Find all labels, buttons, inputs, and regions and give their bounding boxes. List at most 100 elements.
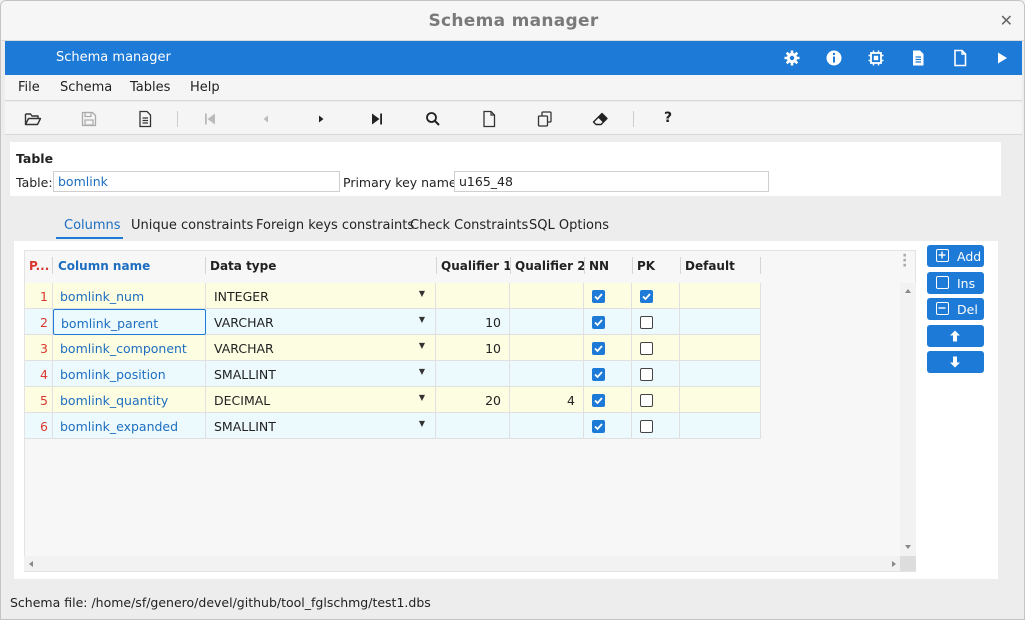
save-icon[interactable] — [80, 110, 98, 128]
checkbox-checked[interactable] — [640, 290, 653, 303]
primary-key-cell[interactable] — [632, 387, 680, 413]
position-cell[interactable]: 4 — [25, 361, 53, 387]
checkbox-checked[interactable] — [592, 290, 605, 303]
default-cell[interactable] — [680, 309, 761, 335]
data-type-cell[interactable]: VARCHAR ▼ — [206, 335, 436, 361]
header-data-type[interactable]: Data type — [210, 259, 276, 273]
menu-file[interactable]: File — [18, 80, 40, 95]
column-name-cell[interactable]: bomlink_position — [53, 361, 206, 387]
table-row[interactable]: 5 bomlink_quantity DECIMAL ▼ 20 4 — [25, 387, 761, 413]
dropdown-caret-icon[interactable]: ▼ — [419, 289, 425, 298]
data-type-cell[interactable]: VARCHAR ▼ — [206, 309, 436, 335]
horizontal-scrollbar[interactable] — [24, 556, 901, 571]
not-null-cell[interactable] — [584, 413, 632, 439]
move-up-button[interactable] — [927, 325, 984, 347]
primary-key-cell[interactable] — [632, 309, 680, 335]
column-name-cell[interactable]: bomlink_component — [53, 335, 206, 361]
checkbox-checked[interactable] — [592, 316, 605, 329]
default-cell[interactable] — [680, 361, 761, 387]
primary-key-cell[interactable] — [632, 361, 680, 387]
eraser-icon[interactable] — [592, 110, 610, 128]
primary-key-field[interactable]: u165_48 — [454, 171, 769, 192]
header-nn[interactable]: NN — [589, 259, 609, 273]
column-menu-icon[interactable]: · · · — [902, 249, 907, 273]
table-row[interactable]: 2 bomlink_parent VARCHAR ▼ 10 — [25, 309, 761, 335]
dropdown-caret-icon[interactable]: ▼ — [419, 341, 425, 350]
qualifier-1-cell[interactable]: 20 — [436, 387, 510, 413]
default-cell[interactable] — [680, 335, 761, 361]
not-null-cell[interactable] — [584, 361, 632, 387]
first-record-icon[interactable] — [201, 110, 219, 128]
qualifier-1-cell[interactable] — [436, 361, 510, 387]
data-type-cell[interactable]: SMALLINT ▼ — [206, 361, 436, 387]
menu-tables[interactable]: Tables — [130, 80, 170, 95]
not-null-cell[interactable] — [584, 335, 632, 361]
default-cell[interactable] — [680, 283, 761, 309]
document-text-icon[interactable] — [136, 110, 154, 128]
chip-icon[interactable] — [867, 49, 885, 67]
vertical-scrollbar[interactable] — [900, 283, 916, 556]
position-cell[interactable]: 5 — [25, 387, 53, 413]
position-cell[interactable]: 1 — [25, 283, 53, 309]
delete-button[interactable]: Del — [927, 298, 984, 320]
window-close-button[interactable]: ✕ — [1000, 11, 1013, 30]
document-icon[interactable] — [951, 49, 969, 67]
table-name-field[interactable]: bomlink — [53, 171, 340, 192]
tab-check-constraints[interactable]: Check Constraints — [410, 218, 528, 233]
checkbox-checked[interactable] — [592, 342, 605, 355]
previous-record-icon[interactable] — [257, 110, 275, 128]
qualifier-1-cell[interactable]: 10 — [436, 309, 510, 335]
data-type-cell[interactable]: SMALLINT ▼ — [206, 413, 436, 439]
position-cell[interactable]: 2 — [25, 309, 53, 335]
checkbox-unchecked[interactable] — [640, 394, 653, 407]
data-type-cell[interactable]: DECIMAL ▼ — [206, 387, 436, 413]
new-document-icon[interactable] — [480, 110, 498, 128]
primary-key-cell[interactable] — [632, 335, 680, 361]
qualifier-2-cell[interactable]: 4 — [510, 387, 584, 413]
qualifier-2-cell[interactable] — [510, 335, 584, 361]
checkbox-unchecked[interactable] — [640, 342, 653, 355]
dropdown-caret-icon[interactable]: ▼ — [419, 393, 425, 402]
tab-unique-constraints[interactable]: Unique constraints — [131, 218, 253, 233]
primary-key-cell[interactable] — [632, 283, 680, 309]
dropdown-caret-icon[interactable]: ▼ — [419, 315, 425, 324]
tab-columns[interactable]: Columns — [64, 218, 121, 233]
position-cell[interactable]: 3 — [25, 335, 53, 361]
column-name-cell[interactable]: bomlink_quantity — [53, 387, 206, 413]
header-qualifier-1[interactable]: Qualifier 1 — [441, 259, 512, 273]
default-cell[interactable] — [680, 387, 761, 413]
menu-help[interactable]: Help — [190, 80, 220, 95]
checkbox-unchecked[interactable] — [640, 368, 653, 381]
header-default[interactable]: Default — [685, 259, 735, 273]
checkbox-checked[interactable] — [592, 394, 605, 407]
default-cell[interactable] — [680, 413, 761, 439]
table-row[interactable]: 6 bomlink_expanded SMALLINT ▼ — [25, 413, 761, 439]
menu-schema[interactable]: Schema — [60, 80, 112, 95]
checkbox-checked[interactable] — [592, 420, 605, 433]
tab-foreign-keys-constraints[interactable]: Foreign keys constraints — [256, 218, 414, 233]
qualifier-1-cell[interactable]: 10 — [436, 335, 510, 361]
table-row[interactable]: 4 bomlink_position SMALLINT ▼ — [25, 361, 761, 387]
position-cell[interactable]: 6 — [25, 413, 53, 439]
last-record-icon[interactable] — [368, 110, 386, 128]
header-pk[interactable]: PK — [637, 259, 655, 273]
table-row[interactable]: 3 bomlink_component VARCHAR ▼ 10 — [25, 335, 761, 361]
insert-button[interactable]: Ins — [927, 272, 984, 294]
dropdown-caret-icon[interactable]: ▼ — [419, 419, 425, 428]
dropdown-caret-icon[interactable]: ▼ — [419, 367, 425, 376]
column-name-cell[interactable]: bomlink_num — [53, 283, 206, 309]
qualifier-1-cell[interactable] — [436, 283, 510, 309]
column-name-cell[interactable]: bomlink_parent — [53, 309, 206, 335]
tab-sql-options[interactable]: SQL Options — [529, 218, 609, 233]
document-text-icon[interactable] — [909, 49, 927, 67]
checkbox-checked[interactable] — [592, 368, 605, 381]
column-name-cell[interactable]: bomlink_expanded — [53, 413, 206, 439]
qualifier-2-cell[interactable] — [510, 283, 584, 309]
open-folder-icon[interactable] — [24, 110, 42, 128]
checkbox-unchecked[interactable] — [640, 316, 653, 329]
table-row[interactable]: 1 bomlink_num INTEGER ▼ — [25, 283, 761, 309]
header-position[interactable]: P... — [29, 259, 49, 273]
help-icon[interactable]: ? — [659, 110, 677, 128]
not-null-cell[interactable] — [584, 309, 632, 335]
not-null-cell[interactable] — [584, 387, 632, 413]
